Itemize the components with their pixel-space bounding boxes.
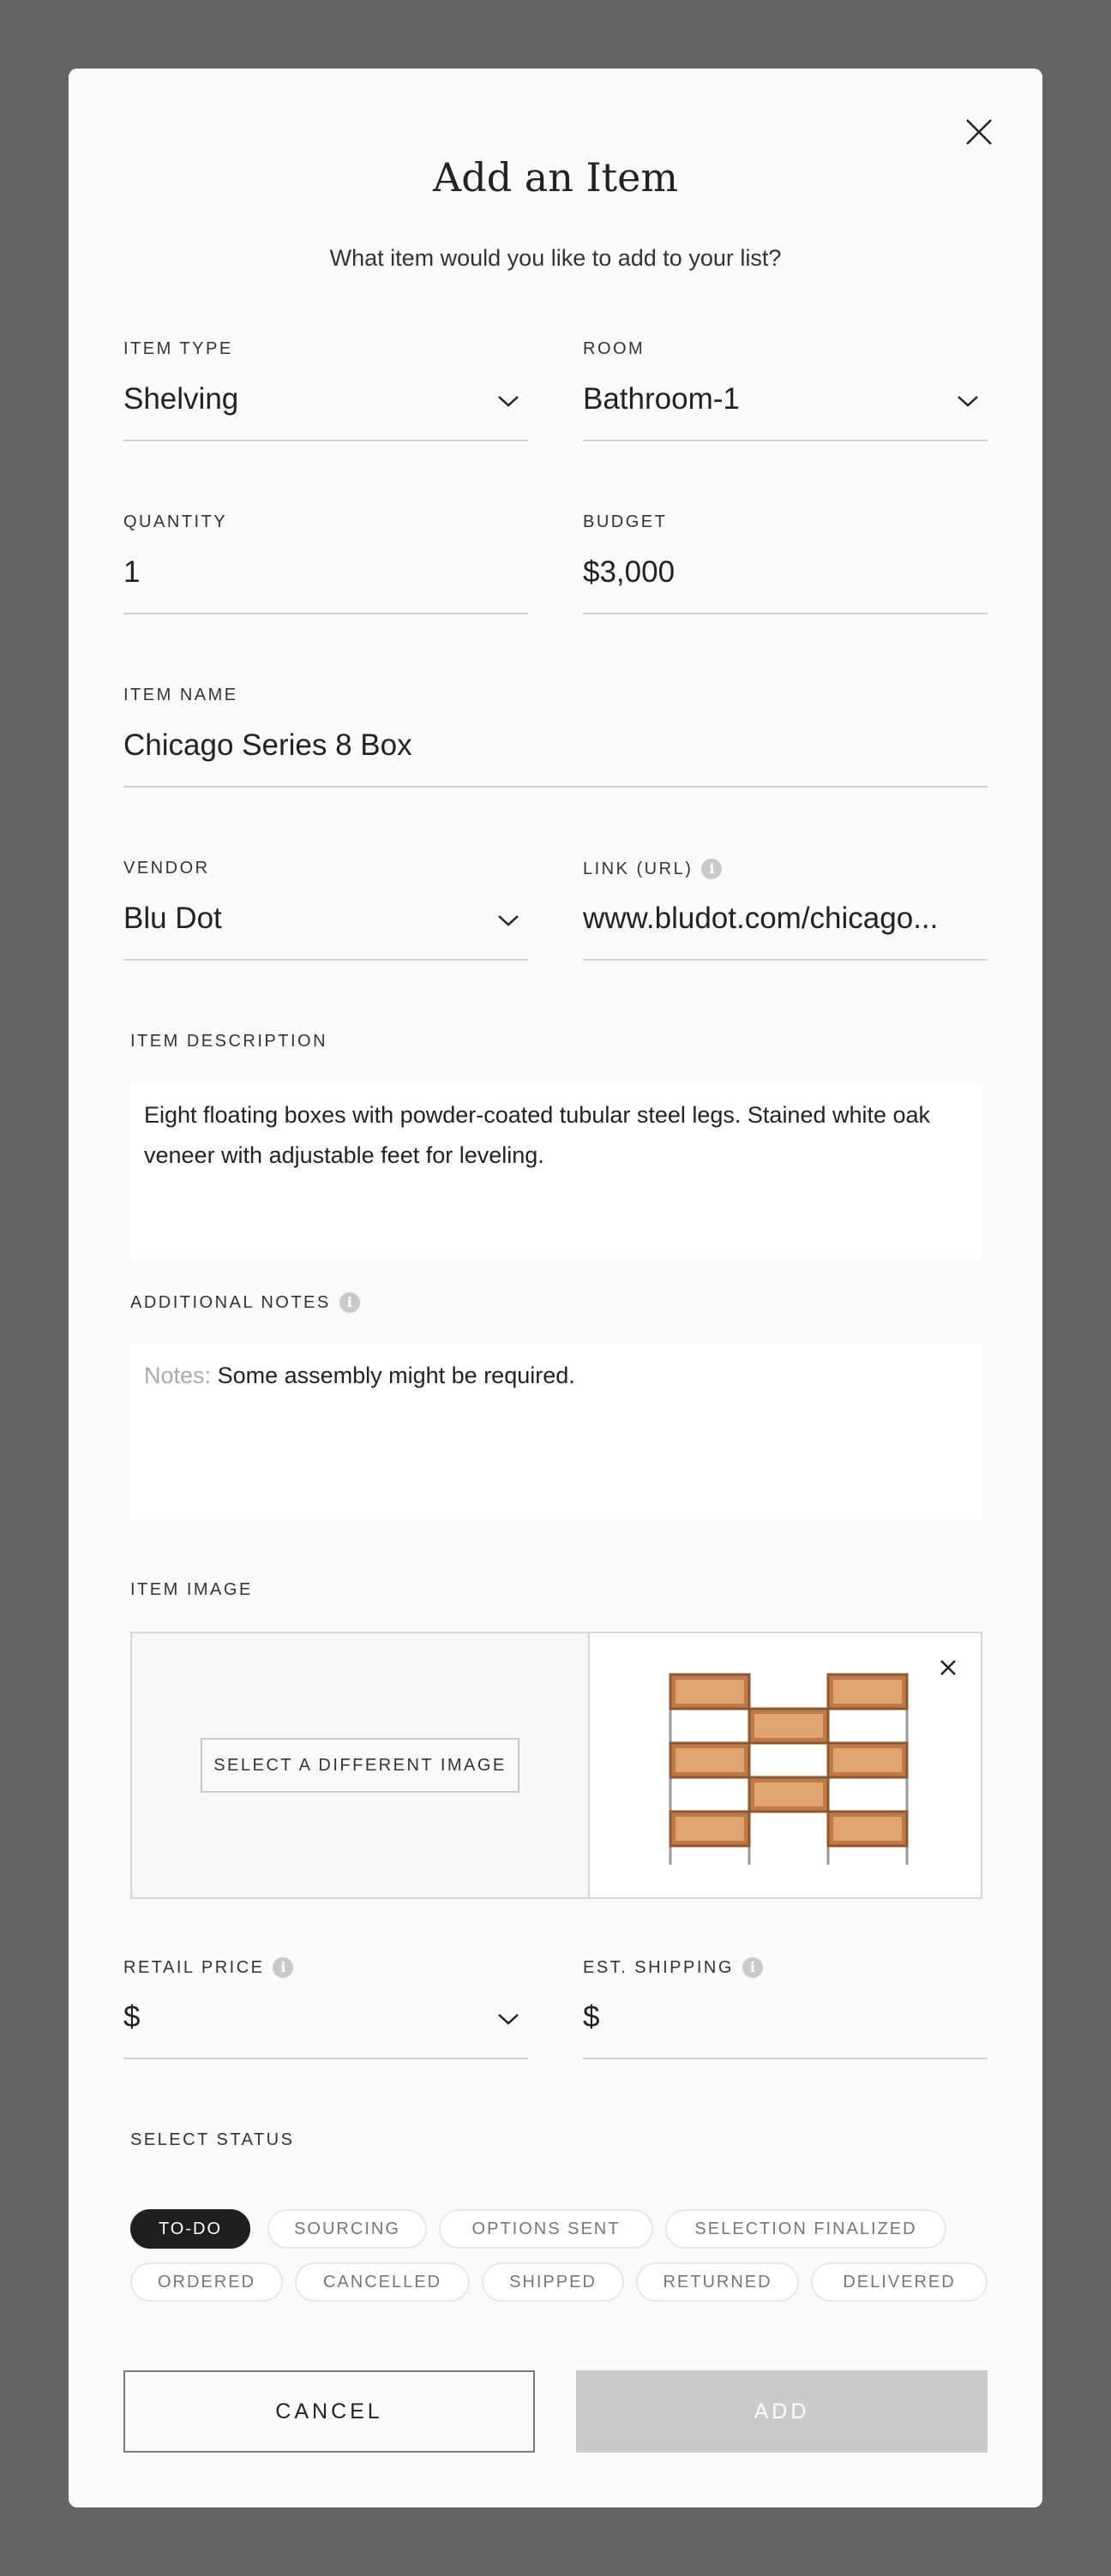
shelving-product-image bbox=[669, 1673, 909, 1865]
status-pill-returned[interactable]: RETURNED bbox=[636, 2262, 799, 2302]
retail-price-value[interactable]: $ bbox=[123, 2000, 140, 2034]
item-name-label: ITEM NAME bbox=[123, 686, 238, 704]
quantity-field[interactable]: QUANTITY 1 bbox=[123, 512, 528, 617]
item-name-value[interactable]: Chicago Series 8 Box bbox=[123, 728, 412, 763]
retail-price-select[interactable]: RETAIL PRICE i $ bbox=[123, 1957, 528, 2062]
select-different-image-button[interactable]: SELECT A DIFFERENT IMAGE bbox=[201, 1738, 519, 1793]
item-type-label: ITEM TYPE bbox=[123, 339, 233, 358]
quantity-label: QUANTITY bbox=[123, 512, 228, 531]
info-icon[interactable]: i bbox=[273, 1957, 294, 1978]
chevron-down-icon[interactable] bbox=[957, 394, 979, 408]
image-preview bbox=[588, 1633, 981, 1897]
status-pill-options-sent[interactable]: OPTIONS SENT bbox=[439, 2209, 653, 2249]
add-button[interactable]: ADD bbox=[576, 2370, 988, 2453]
status-pill-sourcing[interactable]: SOURCING bbox=[267, 2209, 427, 2249]
field-underline bbox=[123, 440, 528, 441]
notes-prefix: Notes: bbox=[144, 1363, 212, 1388]
item-description-textarea[interactable]: Eight floating boxes with powder-coated … bbox=[130, 1083, 982, 1260]
link-url-value[interactable]: www.bludot.com/chicago... bbox=[583, 902, 988, 936]
room-label: ROOM bbox=[583, 339, 646, 358]
est-shipping-label-text: EST. SHIPPING bbox=[583, 1957, 734, 1977]
budget-label: BUDGET bbox=[583, 512, 668, 531]
chevron-down-icon[interactable] bbox=[497, 394, 519, 408]
info-icon[interactable]: i bbox=[742, 1957, 763, 1978]
retail-price-label-text: RETAIL PRICE bbox=[123, 1957, 265, 1977]
budget-field[interactable]: BUDGET $3,000 bbox=[583, 512, 988, 617]
vendor-value: Blu Dot bbox=[123, 902, 222, 935]
additional-notes-label: ADDITIONAL NOTES i bbox=[130, 1292, 360, 1313]
field-underline bbox=[123, 613, 528, 614]
vendor-select[interactable]: VENDOR Blu Dot bbox=[123, 859, 528, 963]
item-name-field[interactable]: ITEM NAME Chicago Series 8 Box bbox=[123, 686, 988, 790]
modal-subtitle: What item would you like to add to your … bbox=[329, 245, 782, 271]
status-pill-to-do[interactable]: TO-DO bbox=[130, 2209, 250, 2249]
additional-notes-header: ADDITIONAL NOTES i bbox=[130, 1292, 988, 1318]
item-image-label: ITEM IMAGE bbox=[130, 1580, 253, 1599]
additional-notes-label-text: ADDITIONAL NOTES bbox=[130, 1292, 331, 1312]
item-description-header: ITEM DESCRIPTION bbox=[130, 1032, 988, 1057]
item-image-header: ITEM IMAGE bbox=[130, 1580, 988, 1606]
chevron-down-icon[interactable] bbox=[497, 914, 519, 927]
link-url-label-text: LINK (URL) bbox=[583, 859, 694, 878]
item-image-box: SELECT A DIFFERENT IMAGE bbox=[130, 1632, 982, 1899]
status-pill-shipped[interactable]: SHIPPED bbox=[482, 2262, 624, 2302]
close-icon[interactable] bbox=[960, 113, 998, 151]
additional-notes-textarea[interactable]: Notes: Some assembly might be required. bbox=[130, 1344, 982, 1520]
status-pill-delivered[interactable]: DELIVERED bbox=[811, 2262, 988, 2302]
budget-value[interactable]: $3,000 bbox=[583, 555, 675, 590]
select-status-label: SELECT STATUS bbox=[130, 2130, 295, 2149]
room-value: Bathroom-1 bbox=[583, 382, 740, 416]
status-pill-selection-finalized[interactable]: SELECTION FINALIZED bbox=[665, 2209, 946, 2249]
select-status-header: SELECT STATUS bbox=[130, 2130, 988, 2156]
link-url-field[interactable]: LINK (URL) i www.bludot.com/chicago... bbox=[583, 859, 988, 963]
item-type-select[interactable]: ITEM TYPE Shelving bbox=[123, 339, 528, 444]
close-icon[interactable] bbox=[938, 1657, 958, 1678]
add-item-modal: Add an Item What item would you like to … bbox=[69, 69, 1042, 2507]
item-type-value: Shelving bbox=[123, 382, 239, 416]
chevron-down-icon[interactable] bbox=[497, 2012, 519, 2026]
quantity-value[interactable]: 1 bbox=[123, 555, 140, 590]
vendor-label: VENDOR bbox=[123, 859, 210, 878]
field-underline bbox=[123, 2058, 528, 2059]
field-underline bbox=[583, 959, 988, 961]
retail-price-label: RETAIL PRICE i bbox=[123, 1957, 294, 1978]
item-description-label: ITEM DESCRIPTION bbox=[130, 1032, 328, 1051]
field-underline bbox=[583, 440, 988, 441]
notes-text: Some assembly might be required. bbox=[217, 1363, 575, 1388]
room-select[interactable]: ROOM Bathroom-1 bbox=[583, 339, 988, 444]
info-icon[interactable]: i bbox=[701, 859, 723, 879]
link-url-label: LINK (URL) i bbox=[583, 859, 723, 879]
status-pill-cancelled[interactable]: CANCELLED bbox=[295, 2262, 470, 2302]
est-shipping-label: EST. SHIPPING i bbox=[583, 1957, 763, 1978]
info-icon[interactable]: i bbox=[339, 1292, 360, 1313]
est-shipping-field[interactable]: EST. SHIPPING i $ bbox=[583, 1957, 988, 2062]
image-select-area: SELECT A DIFFERENT IMAGE bbox=[132, 1633, 588, 1897]
field-underline bbox=[123, 959, 528, 961]
status-pill-ordered[interactable]: ORDERED bbox=[130, 2262, 283, 2302]
est-shipping-value[interactable]: $ bbox=[583, 2000, 599, 2034]
cancel-button[interactable]: CANCEL bbox=[123, 2370, 535, 2453]
modal-title: Add an Item bbox=[433, 154, 678, 201]
field-underline bbox=[583, 613, 988, 614]
field-underline bbox=[123, 786, 988, 788]
field-underline bbox=[583, 2058, 988, 2059]
